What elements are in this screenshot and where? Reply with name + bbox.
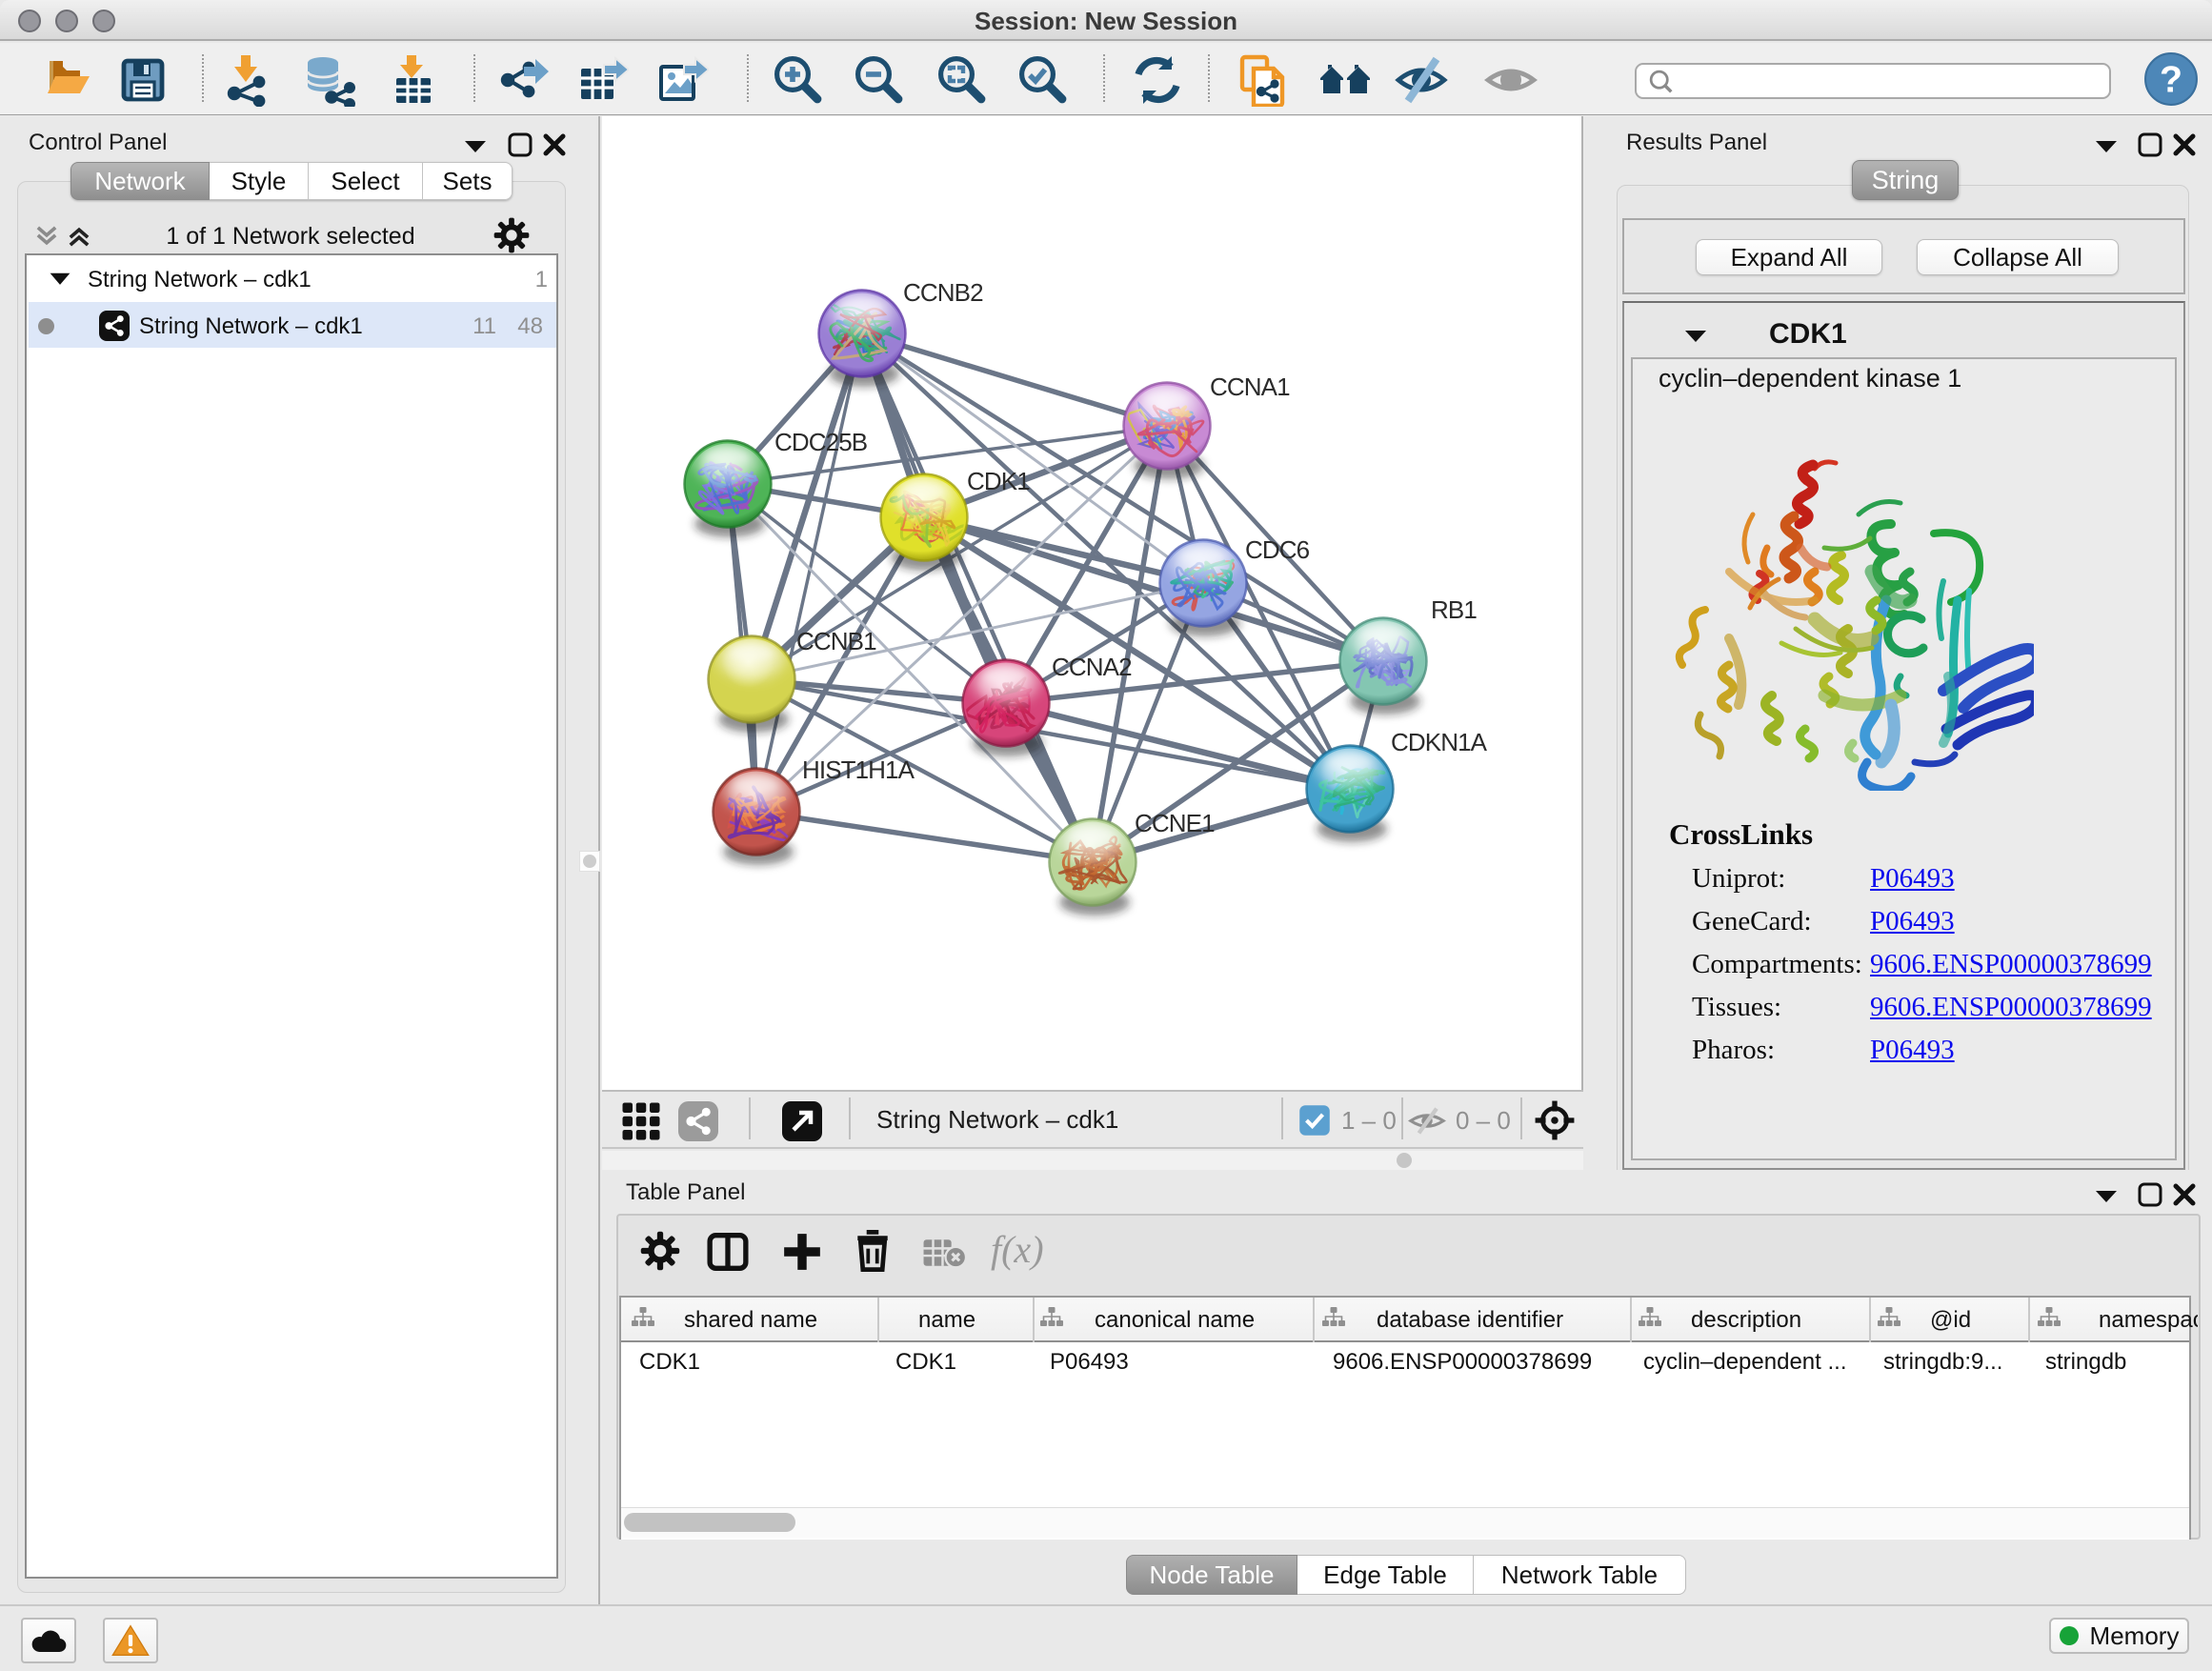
svg-text:CCNA2: CCNA2 bbox=[1052, 653, 1132, 681]
svg-text:CCNB2: CCNB2 bbox=[903, 278, 983, 307]
svg-text:CDK1: CDK1 bbox=[967, 467, 1030, 495]
svg-text:HIST1H1A: HIST1H1A bbox=[802, 755, 915, 784]
svg-text:CCNB1: CCNB1 bbox=[796, 627, 876, 655]
svg-text:CDC25B: CDC25B bbox=[774, 428, 867, 456]
svg-text:CDC6: CDC6 bbox=[1245, 535, 1310, 564]
svg-text:RB1: RB1 bbox=[1431, 595, 1477, 624]
svg-text:CDKN1A: CDKN1A bbox=[1391, 728, 1488, 756]
svg-text:CCNA1: CCNA1 bbox=[1210, 372, 1290, 401]
svg-text:CCNE1: CCNE1 bbox=[1135, 809, 1215, 837]
svg-text:?: ? bbox=[2160, 58, 2182, 100]
